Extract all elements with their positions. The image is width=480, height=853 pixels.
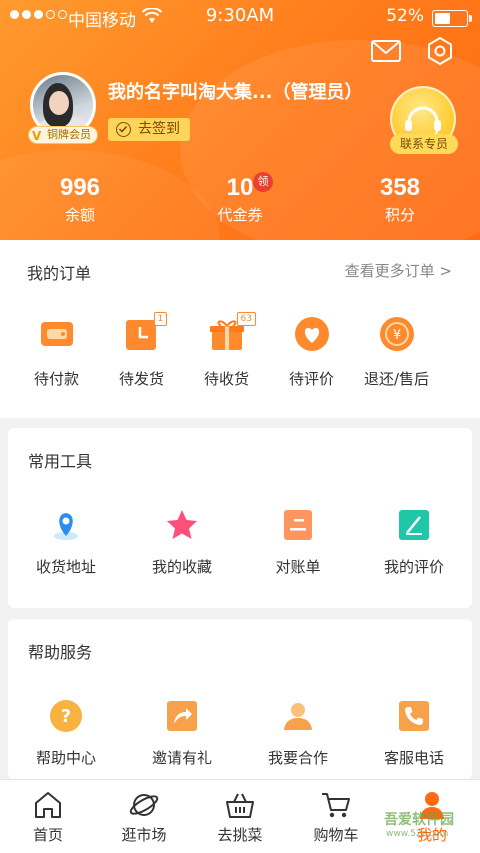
- help-center[interactable]: ? 帮助中心: [8, 699, 124, 768]
- battery-icon: [432, 10, 472, 27]
- tab-label: 逛市场: [121, 826, 167, 844]
- help-label: 客服电话: [383, 749, 444, 767]
- member-badge: V 铜牌会员: [28, 126, 98, 144]
- tool-label: 我的评价: [383, 558, 444, 576]
- tools-title: 常用工具: [28, 452, 93, 471]
- basket-icon: [224, 790, 256, 820]
- mail-icon[interactable]: [370, 36, 402, 66]
- check-icon: [116, 122, 131, 137]
- order-pending-receipt[interactable]: 63 待收货: [184, 312, 269, 389]
- stat-label: 积分: [384, 206, 415, 224]
- svg-text:¥: ¥: [392, 328, 400, 343]
- clock-icon: 1: [124, 312, 168, 352]
- battery-percent: 52%: [386, 6, 424, 26]
- tab-market[interactable]: 逛市场: [96, 780, 192, 853]
- checkin-label: 去签到: [138, 121, 180, 137]
- tool-label: 收货地址: [35, 558, 96, 576]
- home-icon: [32, 790, 64, 820]
- tab-label: 首页: [32, 826, 63, 844]
- status-bar: 中国移动 9:30AM 52%: [0, 0, 480, 34]
- tools-section: 常用工具 收货地址 我的收藏 对账单 我的评价: [8, 428, 472, 608]
- count-badge: 63: [236, 312, 256, 326]
- help-invite[interactable]: 邀请有礼: [124, 699, 240, 768]
- help-icon: ?: [49, 699, 83, 733]
- planet-icon: [128, 790, 160, 820]
- star-icon: [165, 508, 199, 542]
- crown-icon: V: [32, 129, 42, 143]
- view-more-orders-link[interactable]: 查看更多订单 >: [345, 260, 452, 281]
- order-label: 待发货: [118, 370, 164, 388]
- refund-icon: ¥: [379, 316, 415, 352]
- tool-reviews[interactable]: 我的评价: [356, 508, 472, 577]
- tab-pick[interactable]: 去挑菜: [192, 780, 288, 853]
- help-cooperation[interactable]: 我要合作: [240, 699, 356, 768]
- stat-balance[interactable]: 996 余额: [0, 174, 160, 225]
- stat-value: 10: [226, 174, 254, 201]
- support-label[interactable]: 联系专员: [390, 134, 458, 154]
- statement-icon: [281, 508, 315, 542]
- claim-badge[interactable]: 领: [253, 172, 273, 192]
- orders-title: 我的订单: [27, 264, 92, 283]
- order-pending-shipment[interactable]: 1 待发货: [99, 312, 184, 389]
- tool-label: 我的收藏: [151, 558, 212, 576]
- help-hotline[interactable]: 客服电话: [356, 699, 472, 768]
- checkin-button[interactable]: 去签到: [108, 118, 190, 141]
- stat-vouchers[interactable]: 10 领 代金券: [160, 172, 320, 225]
- order-pending-payment[interactable]: 待付款: [14, 316, 99, 389]
- tool-address[interactable]: 收货地址: [8, 508, 124, 577]
- username: 我的名字叫淘大集...（管理员）: [108, 82, 363, 103]
- svg-text:?: ?: [61, 706, 71, 727]
- watermark-url: www.52z.com: [386, 829, 449, 839]
- order-pending-review[interactable]: 待评价: [269, 316, 354, 389]
- tab-home[interactable]: 首页: [0, 780, 96, 853]
- order-label: 退还/售后: [363, 370, 430, 388]
- heart-icon: [294, 316, 330, 352]
- stat-label: 代金券: [217, 206, 263, 224]
- gift-icon: 63: [209, 312, 256, 352]
- order-label: 待收货: [203, 370, 249, 388]
- help-title: 帮助服务: [28, 643, 93, 662]
- tool-statement[interactable]: 对账单: [240, 508, 356, 577]
- stats-row: 996 余额 10 领 代金券 358 积分: [0, 172, 480, 225]
- help-label: 邀请有礼: [151, 749, 212, 767]
- share-icon: [165, 699, 199, 733]
- count-badge: 1: [153, 312, 168, 326]
- orders-section: 我的订单 查看更多订单 > 待付款 1 待发货 63 待收货 待评价 ¥ 退还/…: [0, 240, 480, 418]
- tool-favorites[interactable]: 我的收藏: [124, 508, 240, 577]
- person-icon: [281, 699, 315, 733]
- profile-header: 中国移动 9:30AM 52% V 铜牌会员 我的名字叫淘大集...（管理员） …: [0, 0, 480, 240]
- order-label: 待付款: [33, 370, 79, 388]
- tab-label: 去挑菜: [217, 826, 263, 844]
- tool-label: 对账单: [275, 558, 321, 576]
- help-label: 我要合作: [267, 749, 328, 767]
- help-section: 帮助服务 ? 帮助中心 邀请有礼 我要合作 客服电话: [8, 619, 472, 779]
- wallet-icon: [39, 316, 75, 352]
- stat-label: 余额: [64, 206, 95, 224]
- order-label: 待评价: [288, 370, 334, 388]
- settings-icon[interactable]: [424, 36, 456, 66]
- watermark-text: 吾爱软件园: [384, 812, 454, 828]
- phone-icon: [397, 699, 431, 733]
- stat-value: 996: [59, 174, 101, 201]
- stat-value: 358: [379, 174, 421, 201]
- stat-points[interactable]: 358 积分: [320, 174, 480, 225]
- review-icon: [397, 508, 431, 542]
- order-refund[interactable]: ¥ 退还/售后: [354, 316, 439, 389]
- location-icon: [49, 508, 83, 542]
- help-label: 帮助中心: [35, 749, 96, 767]
- cart-icon: [320, 790, 352, 820]
- member-badge-label: 铜牌会员: [47, 128, 91, 141]
- watermark: 吾爱软件园 www.52z.com: [364, 791, 474, 847]
